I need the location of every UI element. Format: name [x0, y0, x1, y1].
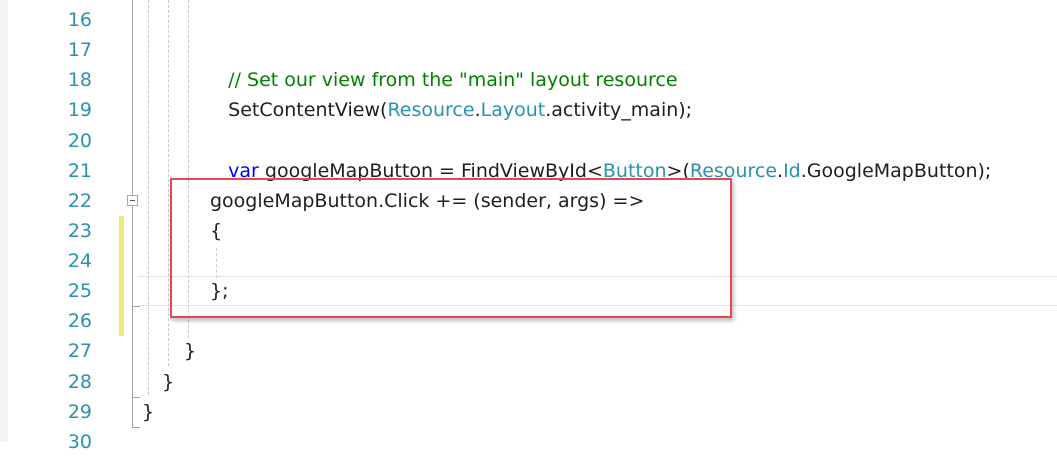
- line-number-29: 29: [67, 401, 92, 423]
- line-number-17: 17: [67, 39, 92, 61]
- code-line-20[interactable]: var googleMapButton = FindViewById<Butto…: [204, 126, 991, 182]
- line-number-16: 16: [67, 9, 92, 31]
- outline-line-lower: [132, 206, 133, 428]
- outline-line: [132, 0, 133, 196]
- type-name: Layout: [480, 99, 546, 121]
- line-number-22: 22: [67, 190, 92, 212]
- type-name: Id: [783, 160, 801, 182]
- outline-end-tick-lambda: [132, 306, 140, 307]
- code-line-17[interactable]: // Set our view from the "main" layout r…: [204, 35, 677, 91]
- line-number-25: 25: [67, 280, 92, 302]
- line-number-28: 28: [67, 371, 92, 393]
- outline-end-tick-class: [132, 427, 140, 428]
- line-number-23: 23: [67, 220, 92, 242]
- code-text: .GoogleMapButton);: [800, 160, 992, 182]
- code-line-18[interactable]: SetContentView(Resource.Layout.activity_…: [204, 65, 692, 121]
- member-access: .activity_main);: [545, 99, 693, 121]
- line-number-19: 19: [67, 99, 92, 121]
- indent-guide: [148, 0, 149, 395]
- line-number-20: 20: [67, 130, 92, 152]
- indent-guide: [168, 0, 169, 366]
- line-number-21: 21: [67, 160, 92, 182]
- collapse-icon[interactable]: [127, 195, 138, 206]
- unsaved-change-indicator: [119, 216, 124, 336]
- line-number-26: 26: [67, 310, 92, 332]
- line-number-30: 30: [67, 431, 92, 453]
- highlight-annotation-box: [170, 178, 732, 318]
- editor-margin: [0, 0, 8, 442]
- code-line-27[interactable]: }: [184, 336, 196, 366]
- line-number-24: 24: [67, 250, 92, 272]
- line-number-18: 18: [67, 69, 92, 91]
- code-line-28[interactable]: }: [162, 367, 174, 397]
- type-name: Resource: [387, 99, 475, 121]
- method-call: SetContentView(: [228, 99, 388, 121]
- line-number-27: 27: [67, 340, 92, 362]
- outline-end-tick-method: [132, 397, 140, 398]
- code-line-29[interactable]: }: [142, 397, 154, 427]
- code-editor[interactable]: 16 17 18 19 20 21 22 23 24 25 26 27 28 2…: [0, 0, 1057, 453]
